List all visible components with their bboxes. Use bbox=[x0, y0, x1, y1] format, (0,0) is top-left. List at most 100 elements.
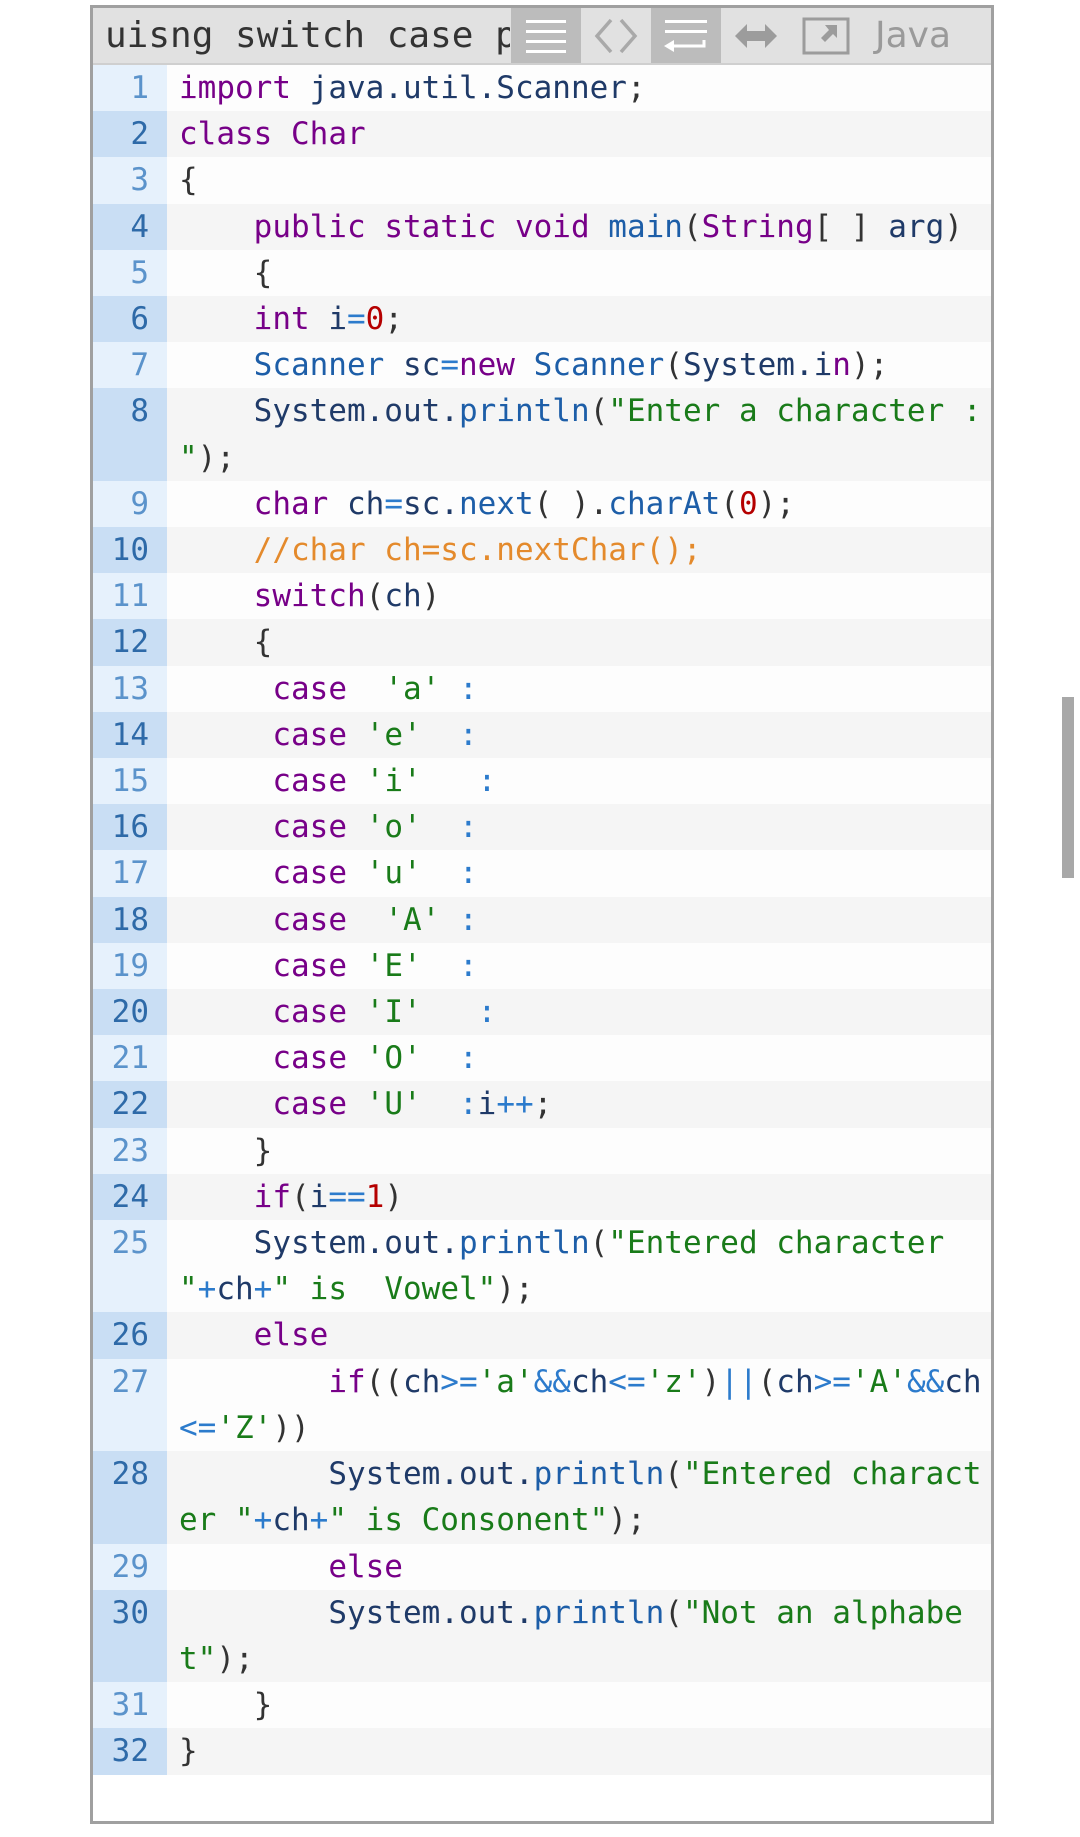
code-line: 18 case 'A' : bbox=[93, 896, 991, 943]
code-line: 7 Scanner sc=new Scanner(System.in); bbox=[93, 342, 991, 389]
line-number: 9 bbox=[93, 480, 167, 528]
code-token: >= bbox=[813, 1363, 851, 1400]
code-line: 20 case 'I' : bbox=[93, 989, 991, 1036]
code-token: " is Consonent" bbox=[328, 1502, 609, 1539]
code-token: : bbox=[458, 716, 478, 753]
code-token: = bbox=[440, 347, 459, 384]
code-line: 5 { bbox=[93, 249, 991, 297]
code-text: import java.util.Scanner; bbox=[167, 65, 991, 112]
code-line: 25 System.out.println("Entered character… bbox=[93, 1220, 991, 1313]
code-token: )) bbox=[272, 1409, 310, 1446]
code-token: ) bbox=[421, 578, 441, 615]
page-scrollbar[interactable] bbox=[1062, 697, 1074, 878]
line-number: 7 bbox=[93, 342, 167, 389]
code-text: int i=0; bbox=[167, 296, 991, 343]
code-line: 16 case 'o' : bbox=[93, 804, 991, 851]
code-token: println bbox=[533, 1594, 665, 1631]
line-number: 19 bbox=[93, 942, 167, 990]
line-number: 3 bbox=[93, 157, 167, 204]
code-token: ); bbox=[608, 1502, 646, 1539]
code-token: public bbox=[253, 208, 366, 245]
code-text: { bbox=[167, 249, 991, 297]
line-number: 10 bbox=[93, 527, 167, 574]
line-number: 1 bbox=[93, 65, 167, 112]
code-token: else bbox=[253, 1317, 329, 1354]
code-text: System.out.println("Entered character "+… bbox=[167, 1220, 991, 1313]
code-token: : bbox=[458, 855, 478, 892]
code-token: ++ bbox=[496, 1086, 534, 1123]
code-token: System.out. bbox=[253, 393, 459, 430]
code-line: 22 case 'U' :i++; bbox=[93, 1081, 991, 1128]
expand-button[interactable] bbox=[721, 8, 791, 63]
open-popup-button[interactable] bbox=[791, 8, 861, 63]
code-token: 'U' bbox=[365, 1086, 422, 1123]
code-token: 'z' bbox=[645, 1363, 702, 1400]
code-token: ch bbox=[346, 485, 385, 522]
code-token: Char bbox=[291, 116, 366, 153]
code-token: ; bbox=[626, 70, 646, 106]
line-numbers-toggle-button[interactable] bbox=[511, 8, 581, 63]
code-token: 'o' bbox=[365, 809, 422, 846]
list-lines-icon bbox=[526, 19, 566, 53]
line-number: 31 bbox=[93, 1682, 167, 1729]
code-token: == bbox=[328, 1178, 366, 1215]
code-token: case bbox=[272, 809, 347, 846]
line-number: 15 bbox=[93, 758, 167, 805]
code-line: 27 if((ch>='a'&&ch<='z')||(ch>='A'&&ch<=… bbox=[93, 1358, 991, 1452]
code-line: 4 public static void main(String[ ] arg) bbox=[93, 203, 991, 250]
code-text: } bbox=[167, 1127, 991, 1174]
code-token: ( bbox=[757, 1363, 777, 1400]
code-token: case bbox=[272, 947, 347, 984]
code-text: else bbox=[167, 1312, 991, 1359]
language-label: Java bbox=[875, 15, 952, 56]
code-token: { bbox=[179, 624, 273, 661]
code-token: " is Vowel" bbox=[272, 1271, 497, 1308]
code-text: } bbox=[167, 1728, 991, 1775]
code-token: ( ). bbox=[533, 485, 609, 522]
code-token: + bbox=[253, 1271, 273, 1308]
code-text: case 'O' : bbox=[167, 1035, 991, 1082]
code-token: <= bbox=[608, 1363, 646, 1400]
code-token: ( bbox=[664, 1456, 683, 1493]
code-text: case 'i' : bbox=[167, 758, 991, 805]
snippet-header: uisng switch case p Java bbox=[93, 8, 991, 65]
line-number: 4 bbox=[93, 203, 167, 250]
view-source-button[interactable] bbox=[581, 8, 651, 63]
code-brackets-icon bbox=[594, 18, 638, 53]
code-token: } bbox=[179, 1132, 273, 1169]
code-token: charAt bbox=[608, 485, 721, 522]
wrap-toggle-button[interactable] bbox=[651, 8, 721, 63]
code-token: case bbox=[272, 763, 347, 800]
code-line: 32} bbox=[93, 1728, 991, 1775]
line-number: 14 bbox=[93, 711, 167, 759]
code-token: sc. bbox=[402, 485, 459, 522]
code-text: class Char bbox=[167, 111, 991, 158]
code-token: 'Z' bbox=[216, 1409, 273, 1446]
code-token: ); bbox=[757, 485, 795, 522]
code-token: println bbox=[458, 1225, 590, 1262]
code-token: System.out. bbox=[253, 1225, 459, 1262]
code-token: ( bbox=[290, 1178, 310, 1215]
line-number: 30 bbox=[93, 1589, 167, 1683]
code-text: case 'A' : bbox=[167, 896, 991, 943]
code-text: System.out.println("Enter a character : … bbox=[167, 388, 991, 481]
code-token: System.out. bbox=[328, 1594, 534, 1631]
code-token: + bbox=[253, 1502, 273, 1539]
code-text: char ch=sc.next( ).charAt(0); bbox=[167, 480, 991, 528]
